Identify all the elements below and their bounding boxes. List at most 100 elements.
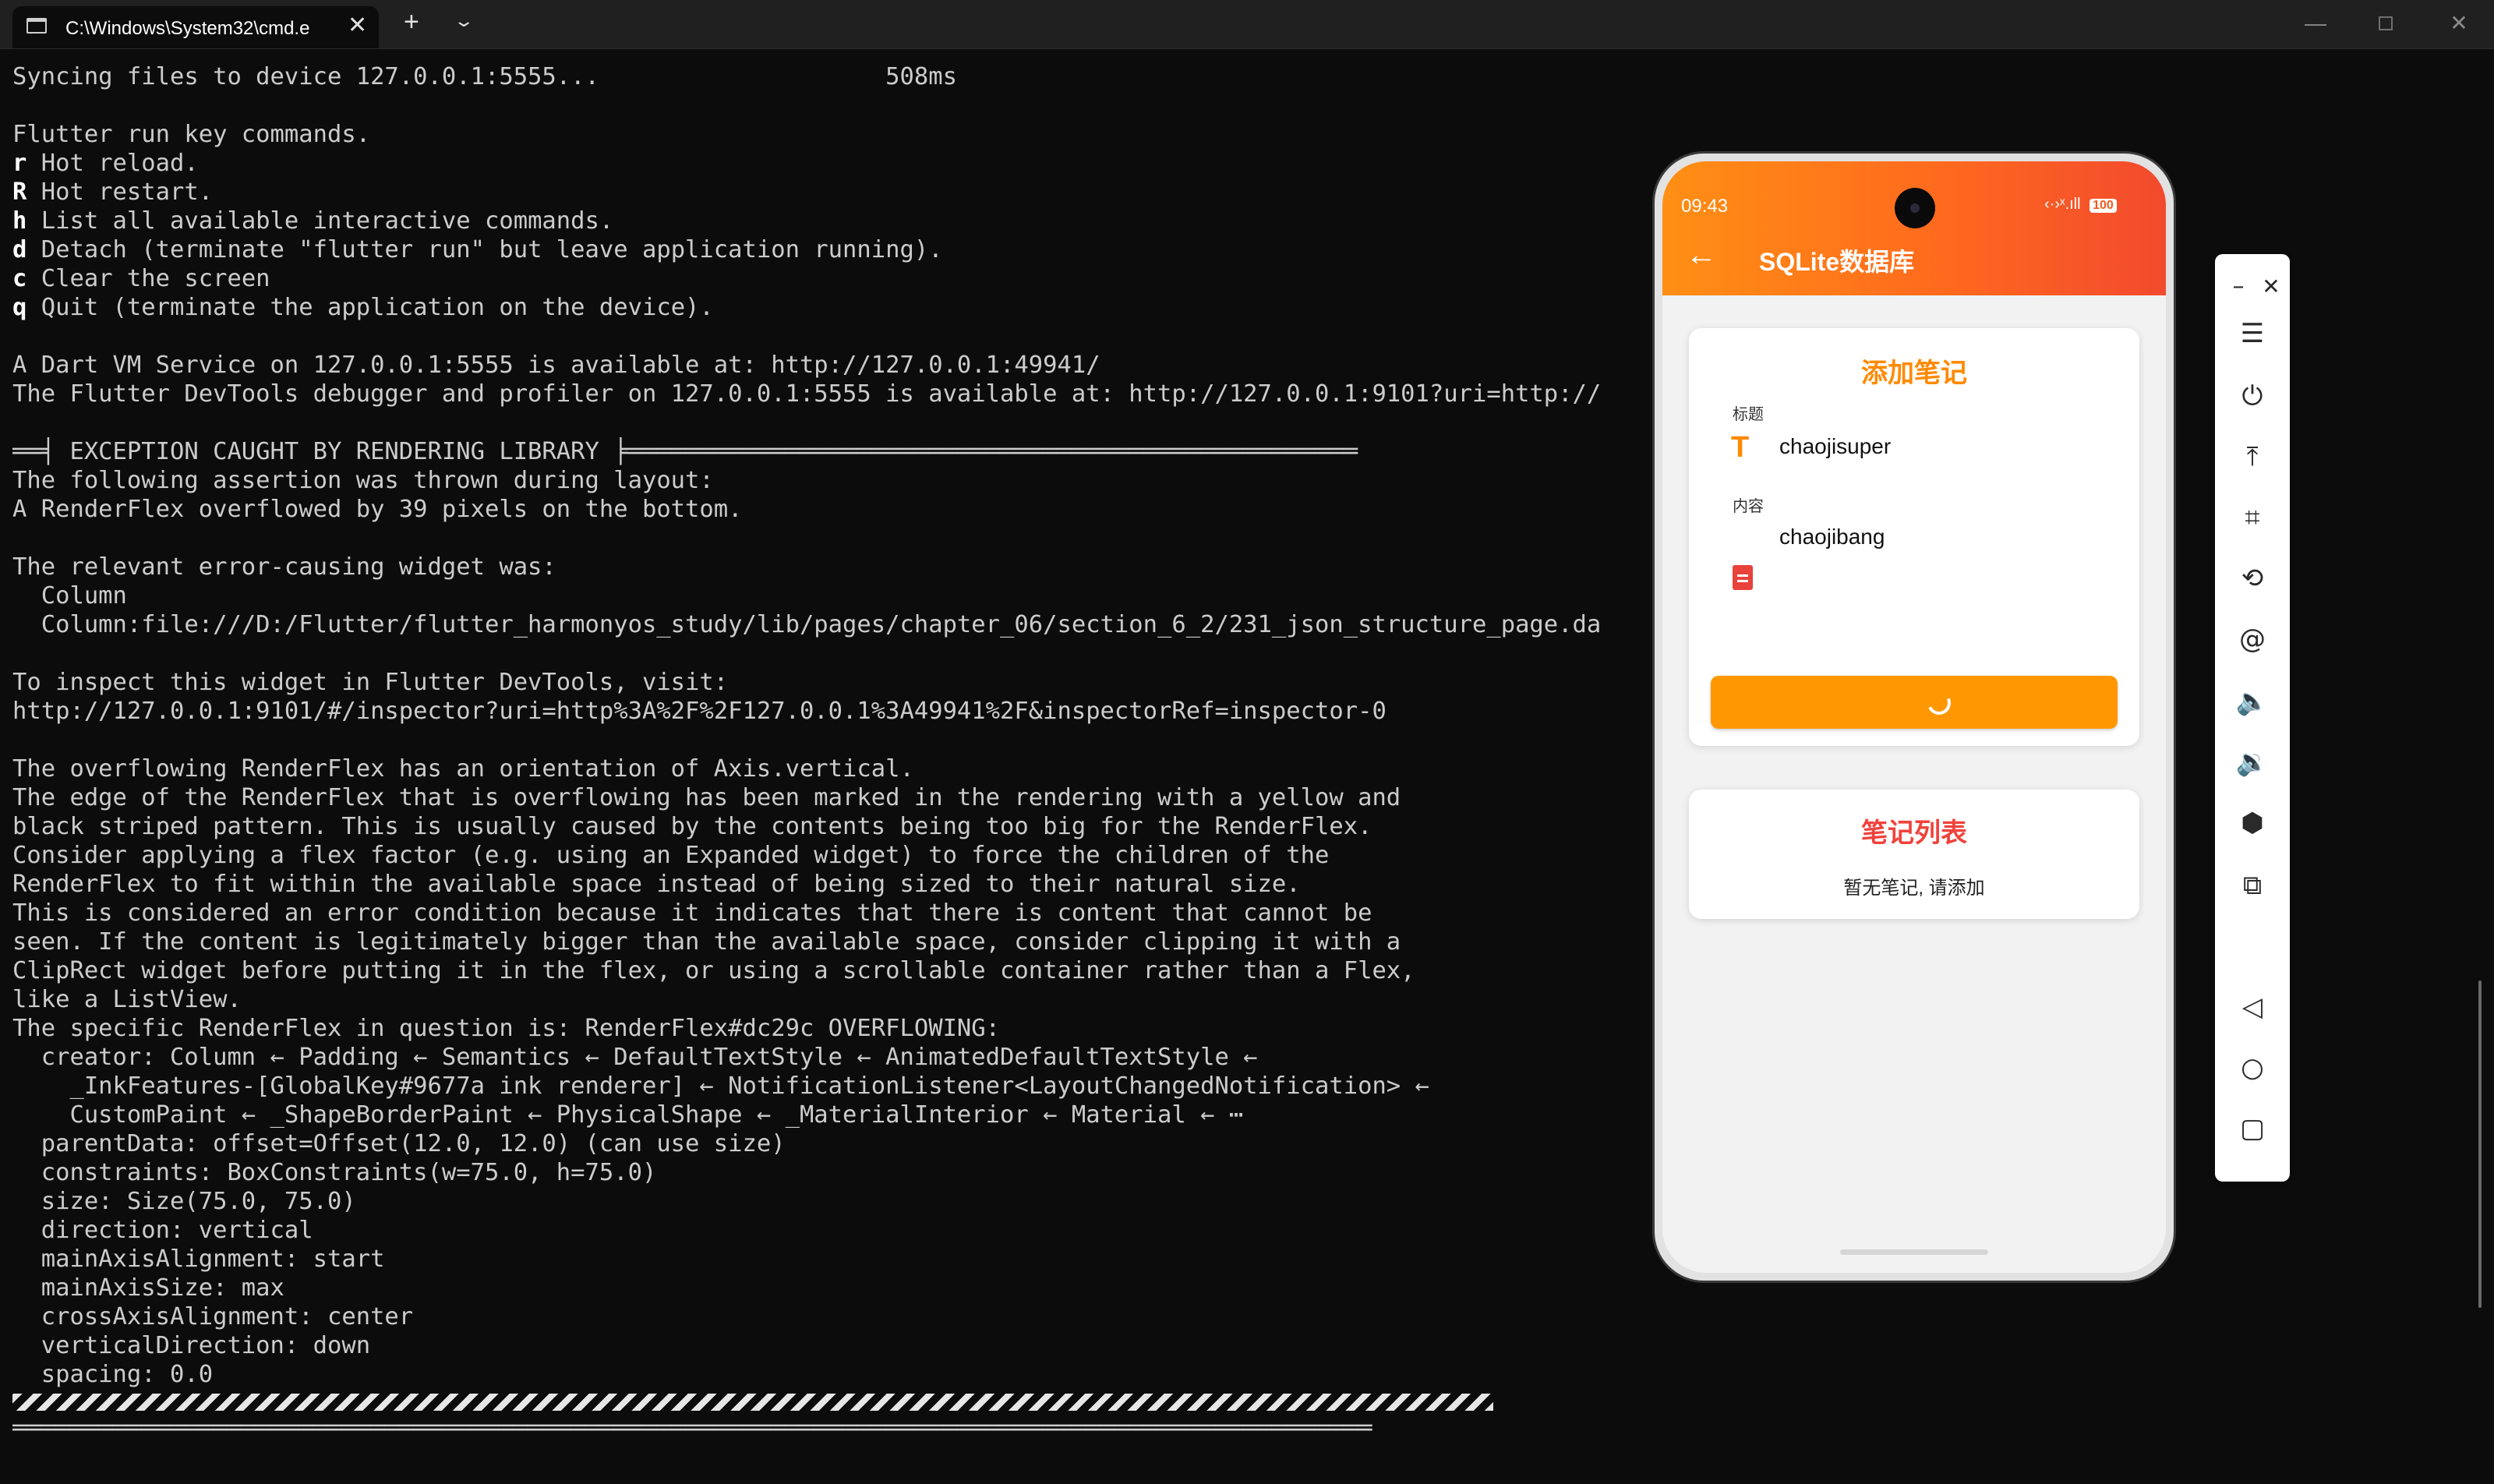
terminal-line: The edge of the RenderFlex that is overf… (12, 783, 1657, 812)
terminal-line-text: ClipRect widget before putting it in the… (12, 957, 1415, 984)
terminal-line-text: Column:file:///D:/Flutter/flutter_harmon… (12, 611, 1602, 638)
volume-up-icon[interactable]: 🔈 (2215, 686, 2290, 717)
crop-screenshot-icon[interactable]: ⌗ (2215, 502, 2290, 533)
maximize-button[interactable] (2366, 6, 2405, 41)
terminal-line-text: creator: Column ← Padding ← Semantics ← … (12, 1044, 1258, 1071)
app-title: SQLite数据库 (1759, 248, 1915, 276)
terminal-line-text: like a ListView. (12, 986, 242, 1013)
add-note-card: 添加笔记 标题 T chaojisuper 内容 chaojibang (1689, 328, 2139, 746)
terminal-line: A Dart VM Service on 127.0.0.1:5555 is a… (12, 351, 1657, 380)
key-command-letter: r (12, 150, 27, 177)
terminal-line-text: RenderFlex to fit within the available s… (12, 871, 1301, 898)
terminal-line: Consider applying a flex factor (e.g. us… (12, 841, 1657, 870)
close-window-button[interactable]: ✕ (2439, 6, 2478, 41)
terminal-line: mainAxisAlignment: start (12, 1245, 1657, 1274)
terminal-footer-rule: ════════════════════════════════════════… (12, 1415, 1372, 1442)
terminal-line-text: The relevant error-causing widget was: (12, 553, 556, 581)
terminal-line: The overflowing RenderFlex has an orient… (12, 754, 1657, 783)
phone-emulator-frame: 09:43 ‹·›ˣ.ıll 100 ← SQLite数据库 添加笔记 标题 T… (1652, 151, 2176, 1283)
toolbar-close-button[interactable]: ✕ (2234, 271, 2309, 302)
app-bar: 09:43 ‹·›ˣ.ıll 100 ← SQLite数据库 (1662, 161, 2166, 295)
volume-down-icon[interactable]: 🔉 (2215, 747, 2290, 778)
terminal-line-text: CustomPaint ← _ShapeBorderPaint ← Physic… (12, 1101, 1244, 1129)
terminal-line: ClipRect widget before putting it in the… (12, 956, 1657, 985)
terminal-line-text: A Dart VM Service on 127.0.0.1:5555 is a… (12, 352, 1100, 379)
terminal-line-text: This is considered an error condition be… (12, 899, 1372, 927)
window-title-bar: C:\Windows\System32\cmd.e ✕ + ⌄ — ✕ (0, 0, 2494, 49)
terminal-line-text: Hot reload. (26, 150, 199, 177)
home-nav-icon[interactable]: ○ (2215, 1052, 2290, 1083)
tab-close-icon[interactable]: ✕ (348, 14, 367, 37)
terminal-line-text: Flutter run key commands. (12, 121, 371, 148)
at-sign-icon[interactable]: @ (2215, 624, 2290, 655)
terminal-line: crossAxisAlignment: center (12, 1302, 1657, 1331)
phone-screen[interactable]: 09:43 ‹·›ˣ.ıll 100 ← SQLite数据库 添加笔记 标题 T… (1662, 161, 2166, 1273)
terminal-line-text: parentData: offset=Offset(12.0, 12.0) (c… (12, 1130, 786, 1157)
terminal-line: The specific RenderFlex in question is: … (12, 1014, 1657, 1043)
terminal-line-text: List all available interactive commands. (26, 207, 614, 235)
power-icon[interactable]: ⏻ (2215, 380, 2290, 412)
key-command-letter: d (12, 236, 27, 263)
terminal-line: d Detach (terminate "flutter run" but le… (12, 235, 1657, 264)
terminal-scrollbar[interactable] (2478, 980, 2482, 1308)
multi-device-icon[interactable]: ⧉ (2215, 870, 2290, 901)
signal-icon: ‹·›ˣ.ıll (2044, 196, 2081, 213)
back-nav-icon[interactable]: ◁ (2215, 991, 2290, 1023)
loading-spinner-icon (1923, 687, 1955, 719)
terminal-line-text: Syncing files to device 127.0.0.1:5555..… (12, 63, 957, 90)
text-icon: T (1731, 431, 1750, 464)
terminal-line: CustomPaint ← _ShapeBorderPaint ← Physic… (12, 1101, 1657, 1129)
terminal-line-text: A RenderFlex overflowed by 39 pixels on … (12, 496, 743, 523)
terminal-line-text: The following assertion was thrown durin… (12, 467, 714, 494)
terminal-line: RenderFlex to fit within the available s… (12, 870, 1657, 899)
terminal-line: http://127.0.0.1:9101/#/inspector?uri=ht… (12, 697, 1657, 726)
error-stripe-divider (12, 1394, 1493, 1411)
recents-nav-icon[interactable]: ▢ (2215, 1113, 2290, 1144)
terminal-line-text: constraints: BoxConstraints(w=75.0, h=75… (12, 1159, 657, 1186)
terminal-line: spacing: 0.0 (12, 1360, 1657, 1389)
terminal-line-text: mainAxisAlignment: start (12, 1246, 385, 1273)
status-icons: ‹·›ˣ.ıll 100 (2044, 196, 2117, 214)
status-time: 09:43 (1681, 196, 1729, 217)
terminal-line-text: The specific RenderFlex in question is: … (12, 1015, 1001, 1042)
terminal-line: Column:file:///D:/Flutter/flutter_harmon… (12, 610, 1657, 639)
rotate-icon[interactable]: ⟲ (2215, 563, 2290, 594)
terminal-line-text: Column (12, 582, 127, 610)
terminal-line: Column (12, 581, 1657, 610)
title-input[interactable]: chaojisuper (1779, 434, 1891, 459)
terminal-line-text: black striped pattern. This is usually c… (12, 813, 1372, 840)
shake-icon[interactable]: ⬢ (2215, 807, 2290, 839)
terminal-tab[interactable]: C:\Windows\System32\cmd.e ✕ (12, 6, 379, 48)
terminal-line: black striped pattern. This is usually c… (12, 812, 1657, 841)
add-note-button[interactable] (1711, 676, 2118, 729)
terminal-line: seen. If the content is legitimately big… (12, 928, 1657, 956)
emulator-toolbar: – ✕ ☰ ⏻ ⤒ ⌗ ⟲ @ 🔈 🔉 ⬢ ⧉ ◁ ○ ▢ (2215, 254, 2290, 1182)
terminal-line: size: Size(75.0, 75.0) (12, 1187, 1657, 1216)
new-tab-button[interactable]: + (404, 9, 419, 35)
terminal-line: constraints: BoxConstraints(w=75.0, h=75… (12, 1158, 1657, 1187)
terminal-line: ══╡ EXCEPTION CAUGHT BY RENDERING LIBRAR… (12, 437, 1657, 466)
tab-dropdown-button[interactable]: ⌄ (453, 11, 475, 31)
note-list-heading: 笔记列表 (1861, 818, 1967, 848)
upload-icon[interactable]: ⤒ (2215, 441, 2290, 472)
back-arrow-icon[interactable]: ← (1686, 239, 1717, 270)
menu-icon[interactable]: ☰ (2215, 318, 2290, 349)
terminal-line-text: Clear the screen (26, 265, 270, 292)
terminal-line-text: spacing: 0.0 (12, 1361, 214, 1388)
minimize-button[interactable]: — (2296, 6, 2335, 41)
content-input[interactable]: chaojibang (1779, 525, 1885, 549)
terminal-line: mainAxisSize: max (12, 1274, 1657, 1302)
terminal-output[interactable]: Syncing files to device 127.0.0.1:5555..… (12, 62, 1657, 1481)
home-indicator[interactable] (1840, 1249, 1988, 1255)
cmd-icon (26, 18, 47, 34)
terminal-line: To inspect this widget in Flutter DevToo… (12, 668, 1657, 697)
terminal-line: parentData: offset=Offset(12.0, 12.0) (c… (12, 1129, 1657, 1158)
terminal-line-text: mainAxisSize: max (12, 1274, 284, 1302)
terminal-line: _InkFeatures-[GlobalKey#9677a ink render… (12, 1072, 1657, 1101)
key-command-letter: q (12, 294, 27, 321)
terminal-line: R Hot restart. (12, 178, 1657, 207)
